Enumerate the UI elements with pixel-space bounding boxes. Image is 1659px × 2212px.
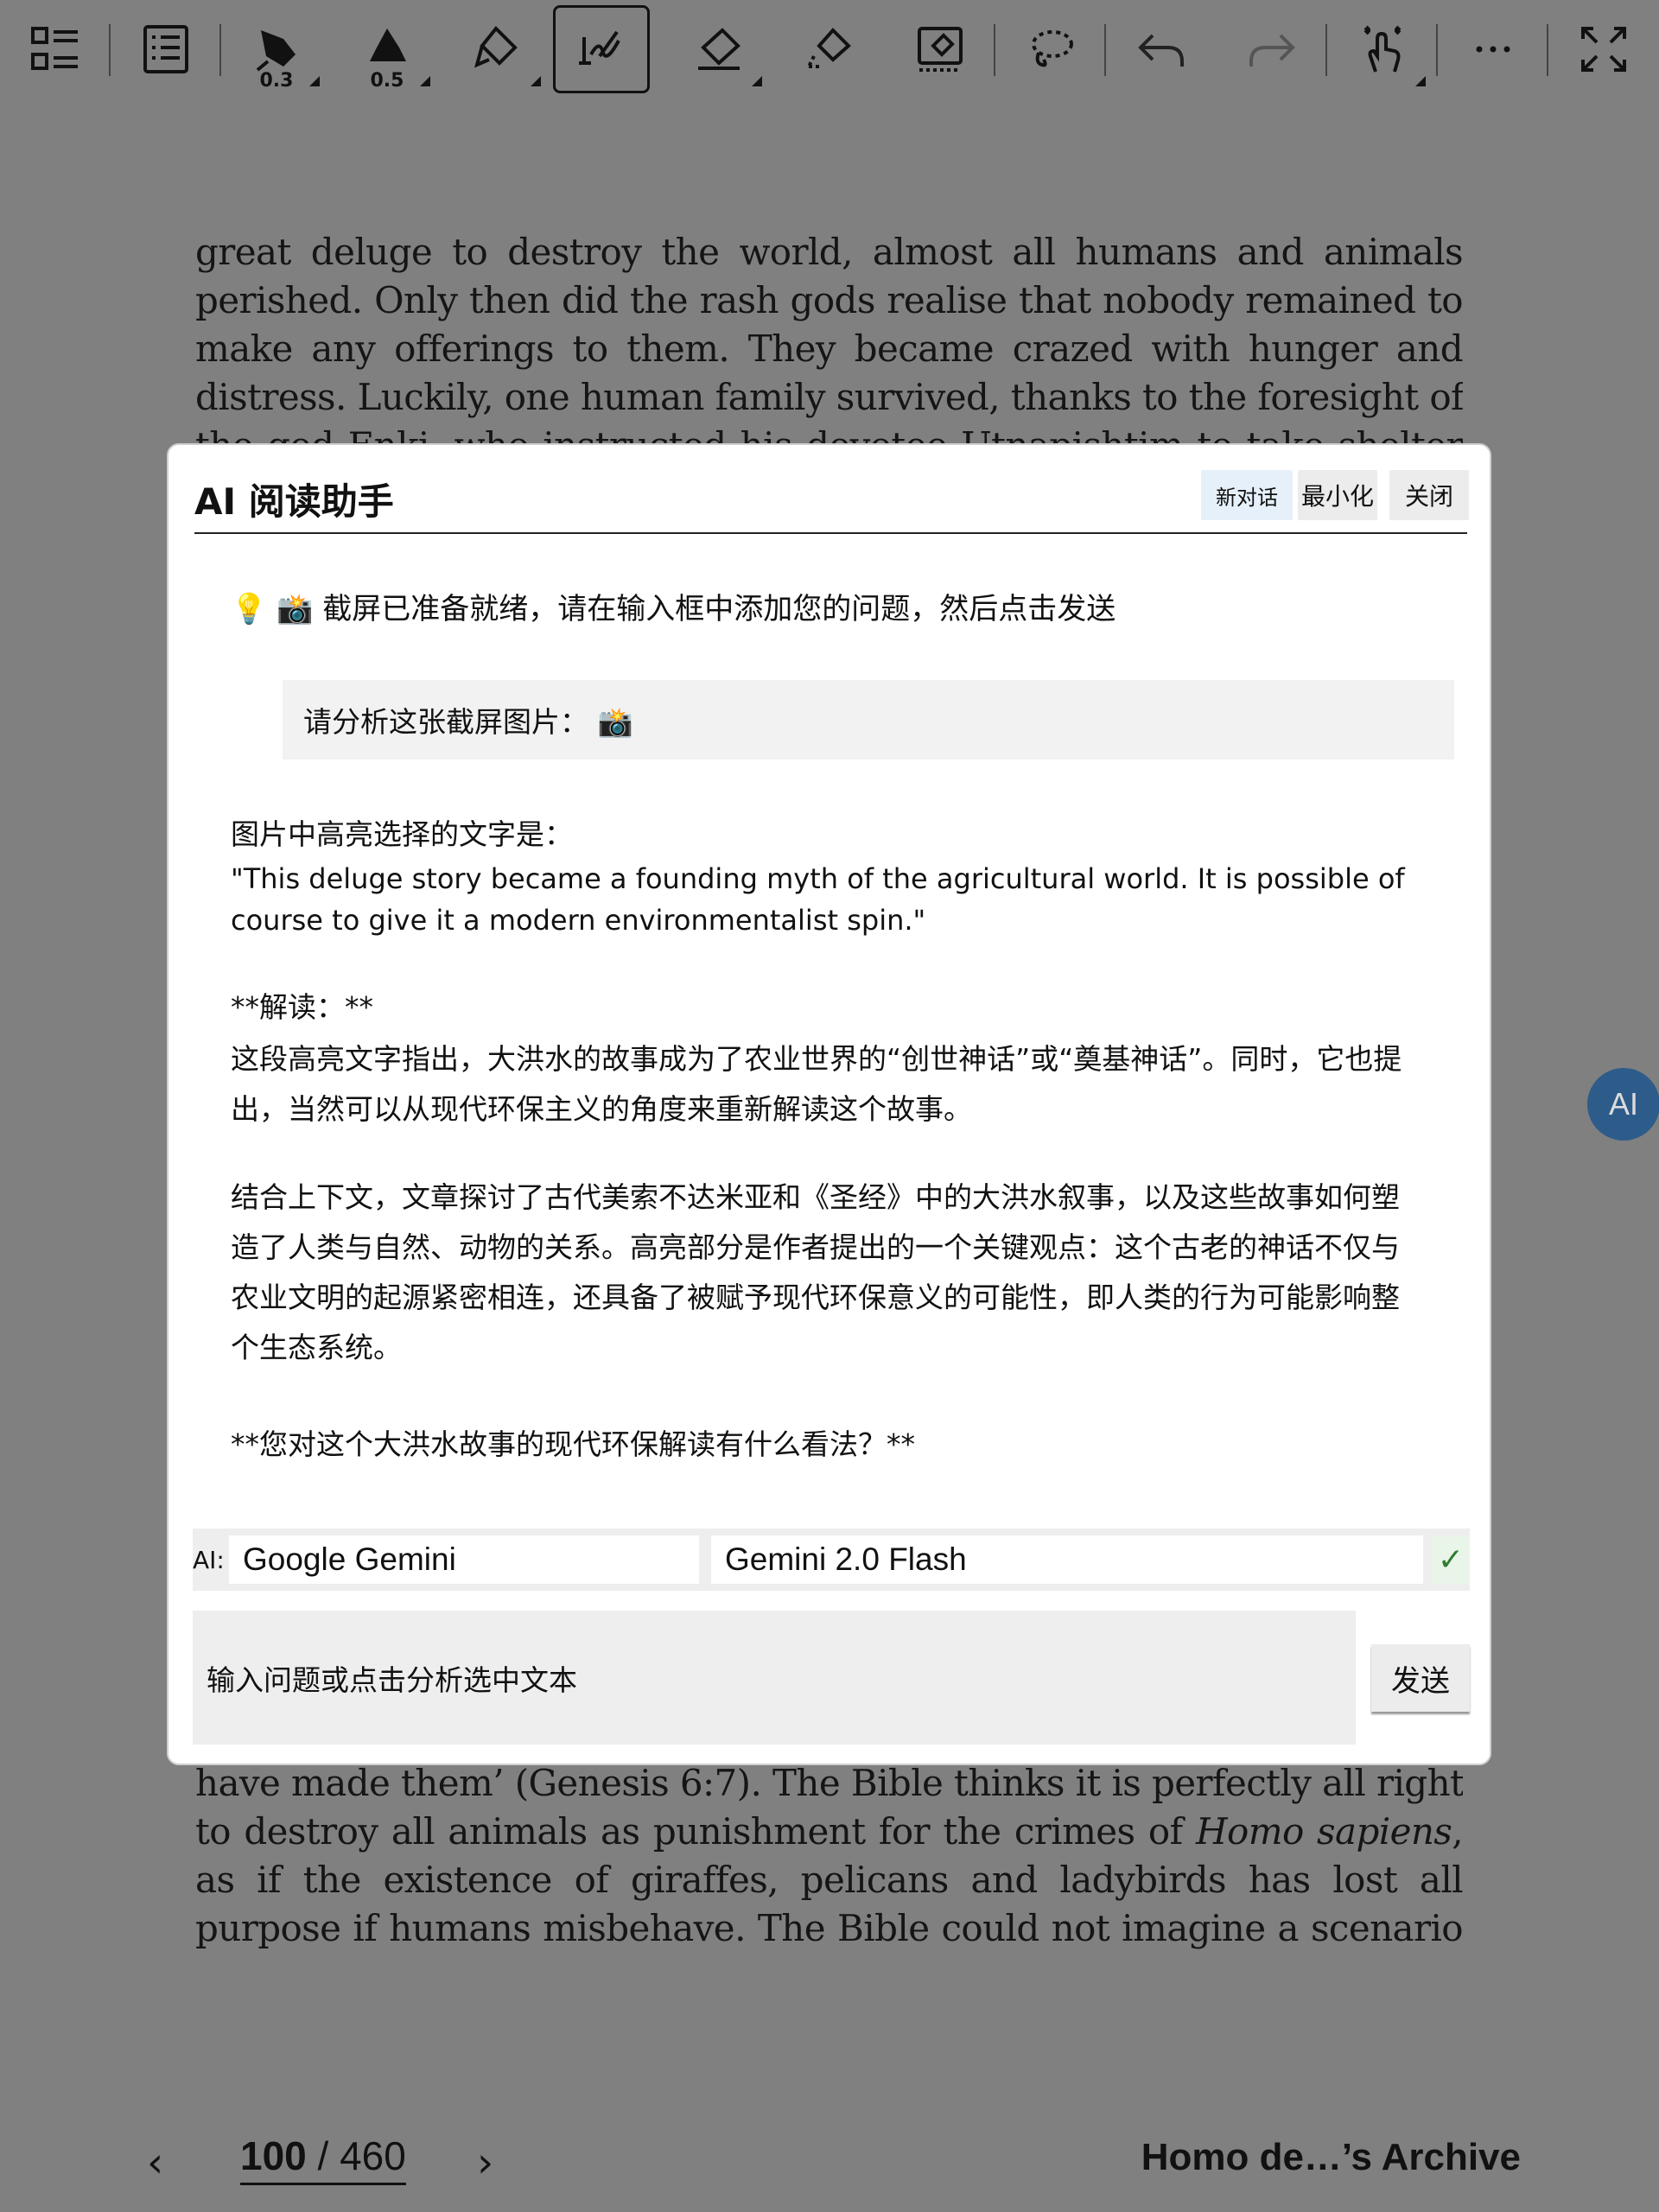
page-indicator[interactable]: 100 / 460 [240,2133,406,2185]
model-select[interactable]: Gemini 2.0 Flash [711,1535,1423,1584]
book-line: perished. Only then did the rash gods re… [195,279,1463,321]
pen-icon[interactable]: 0.3 [228,5,325,93]
touch-icon[interactable] [1334,5,1431,93]
handwriting-icon[interactable] [553,5,650,93]
reply-intro: 图片中高亮选择的文字是： [231,817,573,851]
screenshot-ready-hint: 💡 📸 截屏已准备就绪，请在输入框中添加您的问题，然后点击发送 [231,592,1116,626]
layout-icon[interactable] [7,5,104,93]
book-line: the god Enki, who instructed his devotee… [195,422,1463,444]
expand-corner-icon [309,76,320,86]
divider [219,24,221,76]
more-icon[interactable] [1445,5,1541,93]
clear-page-icon[interactable] [892,5,988,93]
book-text-bottom: have made them’ (Genesis 6:7). The Bible… [195,1759,1463,1953]
book-line: make any offerings to them. They became … [195,327,1463,370]
toolbar: 0.3 0.5 [0,0,1659,99]
new-chat-button[interactable]: 新对话 [1201,470,1293,520]
reply-heading: **解读：** [231,990,373,1024]
divider [994,24,995,76]
expand-corner-icon [1415,76,1426,86]
expand-corner-icon [420,76,430,86]
ai-assistant-dialog: AI 阅读助手 新对话 最小化 关闭 💡 📸 截屏已准备就绪，请在输入框中添加您… [167,443,1491,1765]
divider [1547,24,1548,76]
total-pages: 460 [340,2133,406,2178]
model-selector-row: AI: Google Gemini Gemini 2.0 Flash ✓ [193,1529,1470,1591]
provider-select[interactable]: Google Gemini [229,1535,699,1584]
expand-corner-icon [531,76,541,86]
divider [109,24,111,76]
book-text-top: great deluge to destroy the world, almos… [195,228,1463,444]
book-line: as if the existence of giraffes, pelican… [195,1859,1463,1901]
minimize-button[interactable]: 最小化 [1298,470,1377,520]
reply-paragraph: 这段高亮文字指出，大洪水的故事成为了农业世界的“创世神话”或“奠基神话”。同时，… [231,1042,1402,1126]
user-message: 请分析这张截屏图片： 📸 [283,680,1454,760]
undo-icon[interactable] [1113,5,1210,93]
brush-icon[interactable]: 0.5 [339,5,435,93]
book-line: distress. Luckily, one human family surv… [195,376,1463,418]
lasso-eraser-icon[interactable] [781,5,878,93]
list-icon[interactable] [118,5,214,93]
fullscreen-icon[interactable] [1555,5,1652,93]
reply-question: **您对这个大洪水故事的现代环保解读有什么看法？** [231,1427,915,1461]
send-button[interactable]: 发送 [1371,1644,1470,1712]
redo-icon[interactable] [1224,5,1320,93]
question-input[interactable]: 输入问题或点击分析选中文本 [193,1611,1356,1745]
user-message-text: 请分析这张截屏图片： 📸 [303,705,633,739]
eraser-icon[interactable] [671,5,767,93]
ai-label: AI: [193,1546,225,1574]
book-line: great deluge to destroy the world, almos… [195,231,1463,273]
reply-quote: "This deluge story became a founding myt… [231,862,1405,937]
dialog-title: AI 阅读助手 [194,480,394,523]
close-button[interactable]: 关闭 [1389,470,1469,520]
prev-page-icon[interactable]: ‹ [147,2139,163,2187]
book-title[interactable]: Homo de…’s Archive [1141,2136,1521,2179]
book-line: purpose if humans misbehave. The Bible c… [195,1907,1463,1949]
page-separator: / [306,2133,340,2178]
italic-term: Homo sapiens [1196,1810,1452,1853]
confirm-check-icon[interactable]: ✓ [1432,1535,1470,1584]
current-page: 100 [240,2133,307,2178]
divider [1436,24,1438,76]
header-divider [194,532,1467,534]
ai-floating-button[interactable]: AI [1587,1068,1659,1141]
book-line: to destroy all animals as punishment for… [195,1810,1463,1853]
lasso-icon[interactable] [1002,5,1099,93]
divider [1104,24,1106,76]
reply-paragraph: 结合上下文，文章探讨了古代美索不达米亚和《圣经》中的大洪水叙事，以及这些故事如何… [231,1180,1400,1364]
expand-corner-icon [752,76,762,86]
book-line: have made them’ (Genesis 6:7). The Bible… [195,1762,1463,1804]
next-page-icon[interactable]: › [477,2139,493,2187]
highlighter-icon[interactable] [449,5,546,93]
divider [1325,24,1327,76]
